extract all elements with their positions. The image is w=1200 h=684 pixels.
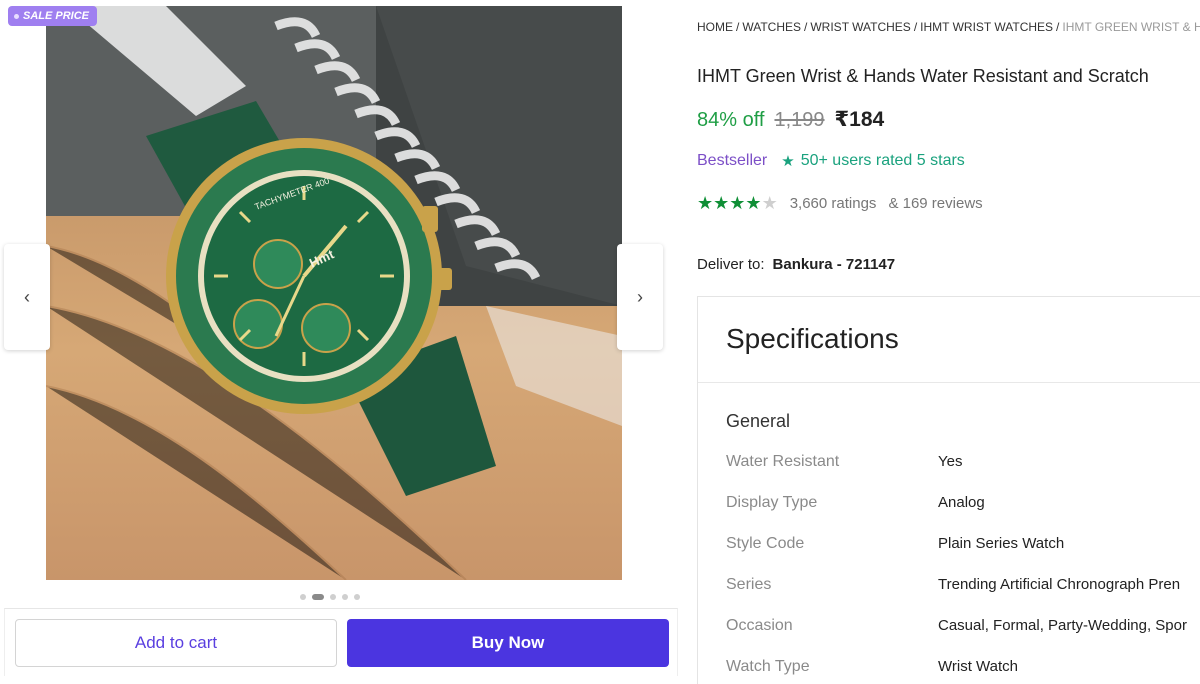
star-rating: ★★★★★	[697, 193, 778, 214]
users-rated-text: 50+ users rated 5 stars	[800, 152, 965, 169]
deliver-location: Bankura - 721147	[772, 256, 896, 273]
sale-dot-icon	[14, 13, 19, 19]
chevron-left-icon: ‹	[24, 286, 30, 307]
spec-group-title: General	[726, 411, 791, 431]
star-filled-icon: ★	[697, 193, 714, 213]
star-filled-icon: ★	[729, 193, 746, 213]
star-badge-icon: ★	[781, 153, 795, 170]
chevron-right-icon: ›	[637, 286, 643, 307]
breadcrumb-wrist-watches[interactable]: WRIST WATCHES	[810, 20, 910, 34]
specifications-heading: Specifications	[698, 297, 1200, 383]
price-row: 84% off 1,199 ₹184	[697, 107, 884, 132]
discount-percent: 84% off	[697, 109, 765, 131]
specifications-card: Specifications General Water Resistant Y…	[697, 296, 1200, 684]
breadcrumb-ihmt-wrist-watches[interactable]: IHMT WRIST WATCHES	[920, 20, 1053, 34]
next-image-button[interactable]: ›	[617, 244, 663, 350]
breadcrumb-current: IHMT GREEN WRIST & H	[1062, 20, 1200, 34]
product-title: IHMT Green Wrist & Hands Water Resistant…	[697, 66, 1149, 86]
reviews-count[interactable]: & 169 reviews	[888, 195, 982, 212]
product-details: HOME / WATCHES / WRIST WATCHES / IHMT WRIST WA…	[697, 0, 1200, 684]
original-price: 1,199	[774, 109, 825, 131]
spec-key: Water Resistant	[726, 453, 840, 470]
carousel-dot-active[interactable]	[312, 594, 324, 600]
spec-key: Watch Type	[726, 658, 810, 675]
carousel-dot[interactable]	[354, 594, 360, 600]
star-empty-icon: ★	[761, 193, 778, 213]
spec-value: Analog	[938, 494, 985, 511]
spec-value: Plain Series Watch	[938, 535, 1065, 552]
star-filled-icon: ★	[745, 193, 762, 213]
sale-badge-label: SALE PRICE	[23, 10, 90, 22]
product-gallery: Hmt TACHYMETER 400 SALE PRICE ‹ › Add to…	[0, 0, 680, 684]
carousel-dot[interactable]	[342, 594, 348, 600]
spec-value: Wrist Watch	[938, 658, 1019, 675]
spec-key: Display Type	[726, 494, 818, 511]
breadcrumb-watches[interactable]: WATCHES	[742, 20, 801, 34]
bestseller-badge: Bestseller	[697, 152, 768, 169]
action-bar: Add to cart Buy Now	[4, 608, 678, 676]
tags-row: Bestseller ★ 50+ users rated 5 stars	[697, 152, 965, 170]
spec-key: Occasion	[726, 617, 793, 634]
spec-value: Yes	[938, 453, 963, 470]
users-rated-badge: ★ 50+ users rated 5 stars	[781, 152, 965, 170]
product-image[interactable]: Hmt TACHYMETER 400	[46, 6, 622, 580]
breadcrumb-home[interactable]: HOME	[697, 20, 733, 34]
carousel-dot[interactable]	[330, 594, 336, 600]
selling-price: ₹184	[834, 108, 885, 131]
deliver-label: Deliver to:	[697, 256, 765, 273]
buy-now-button[interactable]: Buy Now	[347, 619, 669, 667]
add-to-cart-button[interactable]: Add to cart	[15, 619, 337, 667]
spec-key: Series	[726, 576, 772, 593]
carousel-dots	[300, 594, 360, 600]
sale-badge: SALE PRICE	[8, 6, 98, 26]
spec-value: Trending Artificial Chronograph Pren	[938, 576, 1181, 593]
spec-key: Style Code	[726, 535, 805, 552]
previous-image-button[interactable]: ‹	[4, 244, 50, 350]
delivery-location[interactable]: Deliver to: Bankura - 721147	[697, 256, 895, 273]
rating-row: ★★★★★ 3,660 ratings & 169 reviews	[697, 193, 983, 214]
spec-value: Casual, Formal, Party-Wedding, Spor	[938, 617, 1187, 634]
star-filled-icon: ★	[713, 193, 730, 213]
ratings-count[interactable]: 3,660 ratings	[790, 195, 877, 212]
carousel-dot[interactable]	[300, 594, 306, 600]
breadcrumb: HOME / WATCHES / WRIST WATCHES / IHMT WRIST WA…	[697, 20, 1200, 34]
